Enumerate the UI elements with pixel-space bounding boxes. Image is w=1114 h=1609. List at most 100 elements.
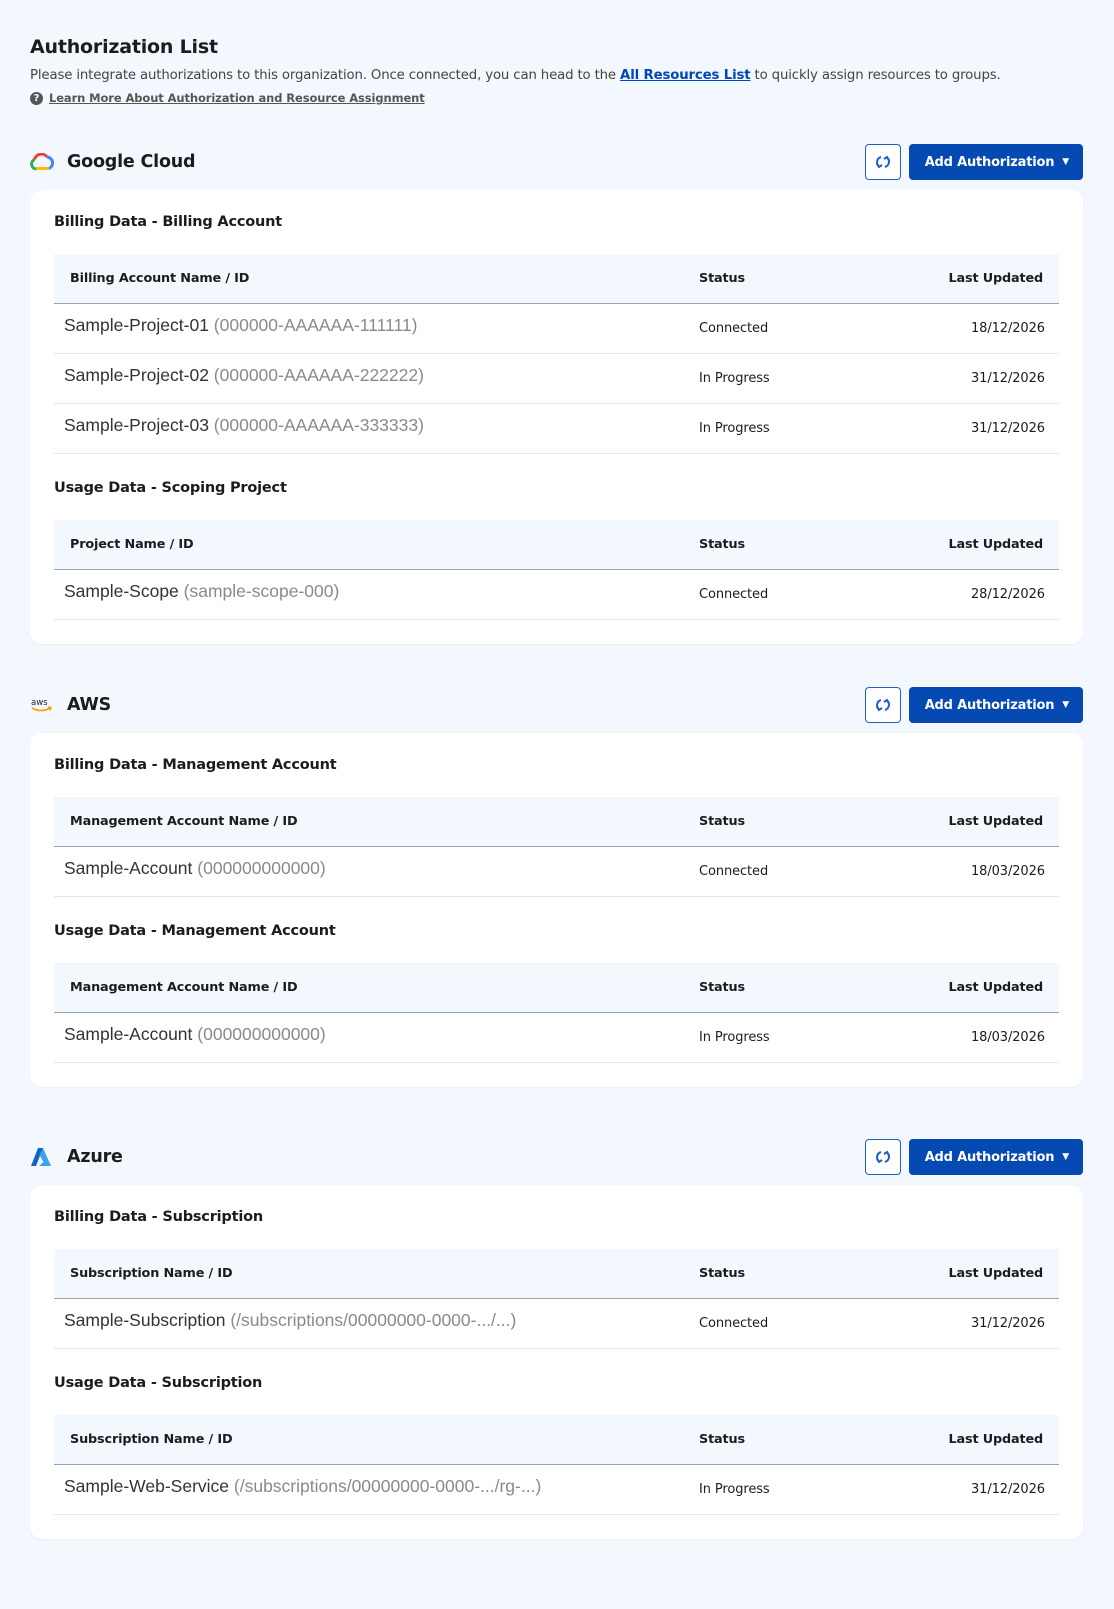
sync-button[interactable] — [864, 687, 901, 723]
row-id: (sample-scope-000) — [183, 581, 340, 601]
row-name: Sample-Project-02 (000000-AAAAAA-222222) — [54, 365, 699, 386]
row-name-text: Sample-Project-02 — [64, 365, 209, 385]
authorization-card: Billing Data - Management Account Manage… — [30, 733, 1083, 1087]
column-name: Management Account Name / ID — [70, 980, 298, 995]
provider-header: Azure Add Authorization ▼ — [30, 1135, 1083, 1179]
row-last-updated: 28/12/2026 — [971, 587, 1045, 602]
row-id: (000000000000) — [197, 858, 326, 878]
billing-section: Billing Data - Billing Account Billing A… — [54, 214, 1059, 454]
row-name-text: Sample-Account — [64, 858, 193, 878]
row-last-updated: 31/12/2026 — [971, 371, 1045, 386]
column-last-updated: Last Updated — [948, 980, 1044, 995]
section-title: Usage Data - Management Account — [54, 923, 336, 939]
provider-header: Google Cloud Add Authorization ▼ — [30, 140, 1083, 184]
row-name-text: Sample-Subscription — [64, 1310, 226, 1330]
row-name: Sample-Web-Service (/subscriptions/00000… — [54, 1476, 699, 1497]
authorization-table: Subscription Name / ID Status Last Updat… — [54, 1249, 1059, 1349]
section-title: Billing Data - Management Account — [54, 757, 337, 773]
table-row: Sample-Scope (sample-scope-000) Connecte… — [54, 570, 1059, 620]
row-name: Sample-Project-01 (000000-AAAAAA-111111) — [54, 315, 699, 336]
sync-button[interactable] — [864, 144, 901, 180]
add-authorization-label: Add Authorization — [924, 1149, 1055, 1165]
column-name: Billing Account Name / ID — [70, 271, 250, 286]
row-id: (000000-AAAAAA-222222) — [213, 365, 424, 385]
description-text-after: to quickly assign resources to groups. — [750, 68, 1001, 83]
column-name: Management Account Name / ID — [70, 814, 298, 829]
page-title: Authorization List — [30, 36, 218, 58]
row-id: (000000-AAAAAA-111111) — [213, 315, 418, 335]
table-row: Sample-Account (000000000000) In Progres… — [54, 1013, 1059, 1063]
authorization-card: Billing Data - Subscription Subscription… — [30, 1185, 1083, 1539]
row-name: Sample-Scope (sample-scope-000) — [54, 581, 699, 602]
caret-down-icon: ▼ — [1062, 1152, 1069, 1162]
table-header: Subscription Name / ID Status Last Updat… — [54, 1249, 1059, 1299]
column-last-updated: Last Updated — [948, 1266, 1044, 1281]
column-status: Status — [699, 271, 745, 286]
page-description: Please integrate authorizations to this … — [30, 68, 1083, 83]
row-status: Connected — [699, 321, 769, 336]
table-row: Sample-Account (000000000000) Connected … — [54, 847, 1059, 897]
column-status: Status — [699, 1266, 745, 1281]
billing-section: Billing Data - Subscription Subscription… — [54, 1209, 1059, 1349]
table-row: Sample-Project-03 (000000-AAAAAA-333333)… — [54, 404, 1059, 454]
section-title: Billing Data - Subscription — [54, 1209, 263, 1225]
row-status: Connected — [699, 864, 769, 879]
column-last-updated: Last Updated — [948, 537, 1044, 552]
description-text-before: Please integrate authorizations to this … — [30, 68, 621, 83]
row-last-updated: 18/12/2026 — [971, 321, 1045, 336]
row-status: In Progress — [699, 421, 770, 436]
provider-google-cloud: Google Cloud Add Authorization ▼ Billing… — [30, 140, 1083, 644]
all-resources-list-link[interactable]: All Resources List — [620, 68, 751, 83]
row-last-updated: 31/12/2026 — [971, 1316, 1045, 1331]
sync-button[interactable] — [864, 1139, 901, 1175]
column-status: Status — [699, 537, 745, 552]
table-header: Subscription Name / ID Status Last Updat… — [54, 1415, 1059, 1465]
row-name-text: Sample-Project-01 — [64, 315, 209, 335]
row-id: (/subscriptions/00000000-0000-.../...) — [230, 1310, 517, 1330]
table-row: Sample-Project-01 (000000-AAAAAA-111111)… — [54, 304, 1059, 354]
row-name: Sample-Account (000000000000) — [54, 858, 699, 879]
add-authorization-button[interactable]: Add Authorization ▼ — [908, 1139, 1083, 1175]
usage-section: Usage Data - Subscription Subscription N… — [54, 1375, 1059, 1515]
sync-icon — [875, 155, 890, 169]
sync-icon — [875, 1150, 890, 1164]
provider-name: AWS — [67, 695, 112, 715]
row-name: Sample-Account (000000000000) — [54, 1024, 699, 1045]
row-id: (/subscriptions/00000000-0000-.../rg-...… — [233, 1476, 542, 1496]
table-header: Project Name / ID Status Last Updated — [54, 520, 1059, 570]
row-name-text: Sample-Scope — [64, 581, 179, 601]
column-status: Status — [699, 980, 745, 995]
table-header: Management Account Name / ID Status Last… — [54, 963, 1059, 1013]
row-status: In Progress — [699, 1030, 770, 1045]
row-status: Connected — [699, 587, 769, 602]
aws-icon: aws — [30, 693, 58, 717]
help-icon: ? — [30, 91, 43, 105]
table-row: Sample-Subscription (/subscriptions/0000… — [54, 1299, 1059, 1349]
authorization-table: Billing Account Name / ID Status Last Up… — [54, 254, 1059, 454]
caret-down-icon: ▼ — [1062, 700, 1069, 710]
row-status: In Progress — [699, 371, 770, 386]
table-row: Sample-Project-02 (000000-AAAAAA-222222)… — [54, 354, 1059, 404]
provider-azure: Azure Add Authorization ▼ Billing Data -… — [30, 1135, 1083, 1539]
add-authorization-button[interactable]: Add Authorization ▼ — [908, 687, 1083, 723]
usage-section: Usage Data - Scoping Project Project Nam… — [54, 480, 1059, 620]
learn-more-row: ? Learn More About Authorization and Res… — [30, 91, 1083, 105]
column-name: Subscription Name / ID — [70, 1266, 233, 1281]
authorization-card: Billing Data - Billing Account Billing A… — [30, 190, 1083, 644]
add-authorization-label: Add Authorization — [924, 154, 1055, 170]
column-name: Project Name / ID — [70, 537, 194, 552]
section-title: Billing Data - Billing Account — [54, 214, 282, 230]
authorization-table: Management Account Name / ID Status Last… — [54, 963, 1059, 1063]
table-header: Management Account Name / ID Status Last… — [54, 797, 1059, 847]
authorization-table: Project Name / ID Status Last Updated Sa… — [54, 520, 1059, 620]
provider-header: aws AWS Add Authorization ▼ — [30, 683, 1083, 727]
row-name-text: Sample-Project-03 — [64, 415, 209, 435]
column-last-updated: Last Updated — [948, 814, 1044, 829]
usage-section: Usage Data - Management Account Manageme… — [54, 923, 1059, 1063]
learn-more-link[interactable]: Learn More About Authorization and Resou… — [49, 91, 425, 105]
azure-icon — [30, 1145, 58, 1169]
column-last-updated: Last Updated — [948, 1432, 1044, 1447]
row-name: Sample-Project-03 (000000-AAAAAA-333333) — [54, 415, 699, 436]
add-authorization-button[interactable]: Add Authorization ▼ — [908, 144, 1083, 180]
table-row: Sample-Web-Service (/subscriptions/00000… — [54, 1465, 1059, 1515]
